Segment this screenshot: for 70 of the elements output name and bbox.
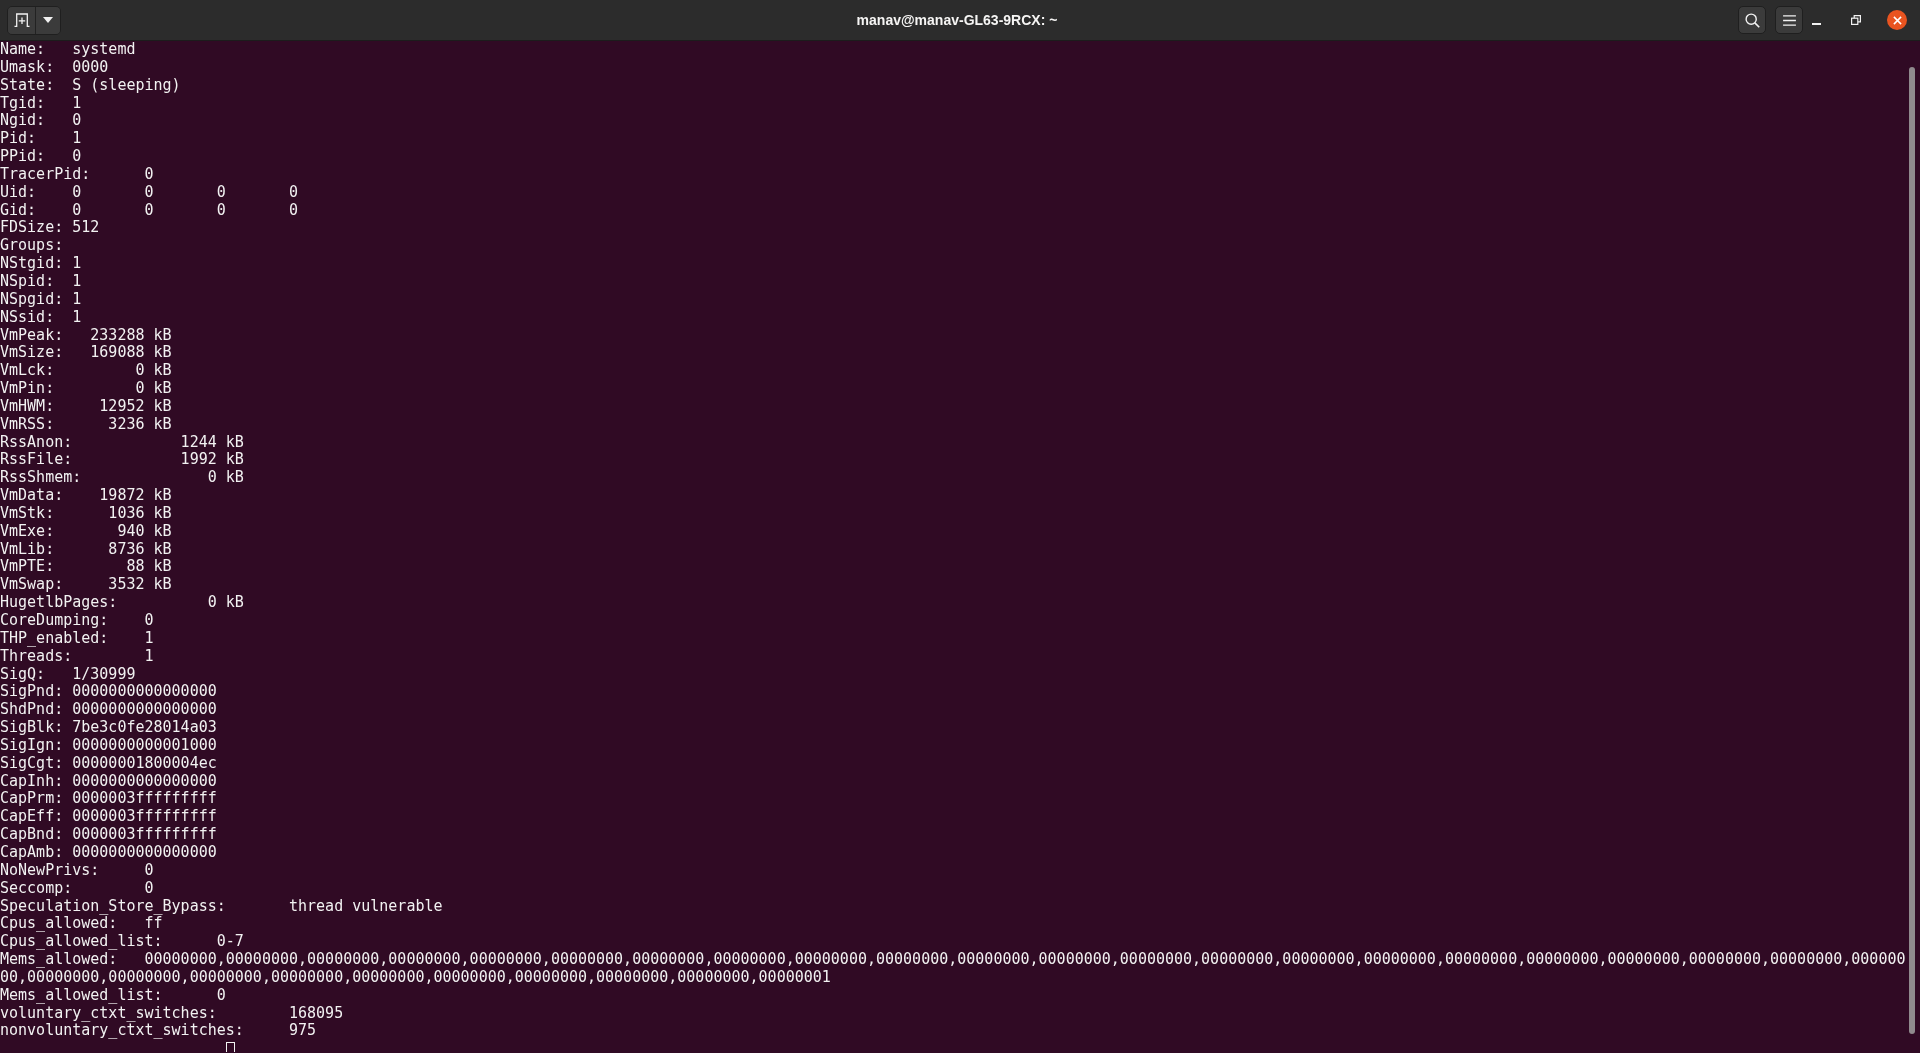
output-line: RssFile: 1992 kB (0, 451, 244, 470)
output-line: VmSwap: 3532 kB (0, 576, 172, 595)
output-line: VmHWM: 12952 kB (0, 397, 172, 416)
output-line: nonvoluntary_ctxt_switches: 975 (0, 1022, 317, 1041)
output-line: CoreDumping: 0 (0, 612, 154, 630)
output-line: NSpid: 1 (0, 272, 82, 291)
search-icon (1744, 12, 1760, 28)
search-button[interactable] (1738, 6, 1766, 34)
output-line: Mems_allowed: 00000000,00000000,00000000,00000000,00000000,00000000,00000000,00000000,00000000,00000000,00000000,00000000,00000000,00000000,00000000,00000000,00000000,00000000,00000000,00000000,00000000,000000 (0, 951, 1906, 969)
output-line: TracerPid: 0 (0, 165, 154, 184)
output-line: CapAmb: 0000000000000000 (0, 843, 217, 862)
output-line: NStgid: 1 (0, 255, 82, 273)
output-line: SigCgt: 00000001800004ec (0, 754, 217, 773)
output-line: SigBlk: 7be3c0fe28014a03 (0, 719, 217, 737)
output-line: CapBnd: 0000003fffffffff (0, 826, 217, 844)
new-tab-icon (13, 13, 30, 27)
output-line: FDSize: 512 (0, 219, 100, 238)
output-line: Speculation_Store_Bypass: thread vulnerable (0, 897, 443, 916)
close-button[interactable] (1887, 10, 1907, 30)
output-line: Ngid: 0 (0, 112, 82, 131)
minimize-icon (1811, 23, 1821, 25)
output-line: voluntary_ctxt_switches: 168095 (0, 1004, 344, 1023)
output-line: NSpgid: 1 (0, 290, 82, 309)
output-line: Umask: 0000 (0, 58, 109, 77)
output-line: Groups: (0, 237, 64, 256)
output-line: VmStk: 1036 kB (0, 504, 172, 523)
output-line: Seccomp: 0 (0, 879, 154, 898)
caret-down-icon (43, 17, 53, 23)
output-line: State: S (sleeping) (0, 76, 181, 95)
output-line: VmPin: 0 kB (0, 380, 172, 398)
output-line: RssShmem: 0 kB (0, 469, 244, 488)
output-line: Threads: 1 (0, 647, 154, 666)
output-line: Cpus_allowed: ff (0, 915, 163, 934)
output-line: THP_enabled: 1 (0, 629, 154, 648)
output-line: VmPeak: 233288 kB (0, 326, 172, 345)
output-line: CapPrm: 0000003fffffffff (0, 790, 217, 809)
scrollbar-thumb[interactable] (1909, 67, 1915, 1034)
output-line: VmRSS: 3236 kB (0, 415, 172, 434)
output-line: PPid: 0 (0, 148, 82, 166)
output-line: HugetlbPages: 0 kB (0, 594, 244, 612)
output-line: VmSize: 169088 kB (0, 344, 172, 363)
output-line: VmPTE: 88 kB (0, 558, 172, 577)
output-line: 00,00000000,00000000,00000000,00000000,00000000,00000000,00000000,00000000,00000000,00000001 (0, 968, 831, 987)
output-line: VmLck: 0 kB (0, 362, 172, 381)
output-line: SigQ: 1/30999 (0, 665, 136, 684)
output-line: CapInh: 0000000000000000 (0, 772, 217, 791)
output-line: SigIgn: 0000000000001000 (0, 736, 217, 755)
output-line: Pid: 1 (0, 130, 82, 149)
menu-icon (1782, 14, 1796, 26)
output-line: Cpus_allowed_list: 0-7 (0, 933, 244, 952)
menu-button[interactable] (1775, 6, 1803, 34)
output-line: Uid: 0 0 0 0 (0, 183, 298, 202)
output-line: SigPnd: 0000000000000000 (0, 683, 217, 702)
restore-icon (1851, 15, 1861, 25)
output-line: Mems_allowed_list: 0 (0, 986, 226, 1005)
output-line: CapEff: 0000003fffffffff (0, 808, 217, 827)
output-line: VmData: 19872 kB (0, 487, 172, 505)
tab-menu-button[interactable] (36, 6, 60, 34)
new-tab-button[interactable] (8, 6, 36, 34)
close-icon (1892, 15, 1902, 25)
output-line: Tgid: 1 (0, 94, 82, 113)
output-line: Name: systemd (0, 41, 136, 59)
output-line: NoNewPrivs: 0 (0, 861, 154, 880)
window-title: manav@manav-GL63-9RCX: ~ (856, 12, 1058, 28)
output-line: VmExe: 940 kB (0, 522, 172, 541)
output-line: NSsid: 1 (0, 308, 82, 327)
output-line: VmLib: 8736 kB (0, 540, 172, 559)
output-line: Gid: 0 0 0 0 (0, 201, 298, 220)
output-line: ShdPnd: 0000000000000000 (0, 701, 217, 720)
output-line: RssAnon: 1244 kB (0, 433, 244, 452)
